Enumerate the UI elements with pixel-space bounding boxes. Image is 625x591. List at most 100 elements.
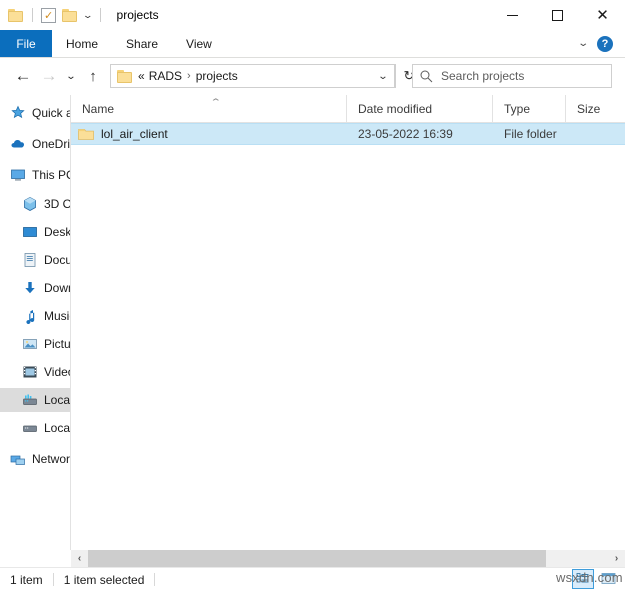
sidebar-item-label: This PC xyxy=(32,168,71,182)
help-icon[interactable]: ? xyxy=(597,35,613,52)
sidebar-item-desktop[interactable]: Desktop xyxy=(0,220,70,244)
column-header-size[interactable]: Size xyxy=(566,95,625,122)
videos-icon xyxy=(22,364,38,380)
status-bar: 1 item 1 item selected xyxy=(0,567,625,591)
window-title: projects xyxy=(116,8,159,22)
file-name-label: lol_air_client xyxy=(101,127,168,141)
documents-icon xyxy=(22,252,38,268)
sidebar-item-local-disk-c[interactable]: Local Disk (C:) xyxy=(0,388,70,412)
system-drive-icon xyxy=(22,392,38,408)
sidebar-item-label: Pictures xyxy=(44,337,71,351)
address-dropdown-chevron-down-icon[interactable]: ⌄ xyxy=(369,71,398,82)
sidebar-item-local-disk-d[interactable]: Local Disk (D:) xyxy=(0,416,70,440)
cube-icon xyxy=(22,196,38,212)
sidebar-item-label: OneDrive xyxy=(32,137,71,151)
breadcrumb-bar[interactable]: « RADS › projects ⌄ xyxy=(110,64,395,88)
up-button[interactable]: ↑ xyxy=(80,63,106,89)
properties-check-glyph: ✓ xyxy=(44,9,54,22)
sidebar-item-videos[interactable]: Videos xyxy=(0,360,70,384)
qat-divider-2 xyxy=(99,8,101,22)
sidebar-item-label: Videos xyxy=(44,365,70,379)
sidebar-item-music[interactable]: Music xyxy=(0,304,70,328)
column-header-date-modified[interactable]: Date modified xyxy=(347,95,493,122)
maximize-button[interactable] xyxy=(535,0,580,30)
scroll-left-arrow-icon[interactable]: ‹ xyxy=(71,550,88,567)
search-box[interactable] xyxy=(412,64,612,88)
tab-home[interactable]: Home xyxy=(52,30,112,57)
item-count-label: 1 item xyxy=(10,572,43,587)
breadcrumb-folder-icon xyxy=(117,69,133,83)
quick-access-toolbar: ✓ ⌄ projects xyxy=(0,7,159,23)
sidebar-item-label: Local Disk (D:) xyxy=(44,421,71,435)
file-name-cell: lol_air_client xyxy=(71,127,347,141)
maximize-icon xyxy=(552,9,563,21)
close-icon: ✕ xyxy=(596,6,609,24)
file-list-pane: Name Date modified Type Size ⌃ lol_air_c… xyxy=(71,95,625,550)
folder-icon[interactable] xyxy=(8,8,24,22)
sidebar-item-label: Downloads xyxy=(44,281,70,295)
navigation-pane[interactable]: Quick access OneDrive This PC 3D Objects… xyxy=(0,95,71,550)
minimize-icon xyxy=(507,14,518,16)
monitor-icon xyxy=(10,167,26,183)
scrollbar-track[interactable] xyxy=(88,550,608,567)
network-icon xyxy=(10,451,26,467)
downloads-icon xyxy=(22,280,38,296)
watermark-label: wsxdn.com xyxy=(556,570,623,585)
file-type-cell: File folder xyxy=(504,127,557,141)
folder-icon xyxy=(78,128,94,141)
drive-icon xyxy=(22,420,38,436)
breadcrumb: « RADS › projects xyxy=(111,69,372,83)
sidebar-item-quick-access[interactable]: Quick access xyxy=(0,101,70,125)
search-input[interactable] xyxy=(439,68,603,84)
properties-icon[interactable]: ✓ xyxy=(41,7,56,23)
desktop-icon xyxy=(22,224,38,240)
close-button[interactable]: ✕ xyxy=(580,0,625,30)
customize-qat-caret-icon[interactable]: ⌄ xyxy=(82,10,93,20)
new-folder-icon[interactable] xyxy=(62,8,78,22)
star-icon xyxy=(10,105,26,121)
scrollbar-thumb[interactable] xyxy=(88,550,546,567)
qat-divider-1 xyxy=(32,8,33,22)
tab-view[interactable]: View xyxy=(172,30,226,57)
sort-ascending-icon: ⌃ xyxy=(209,97,222,107)
back-button[interactable]: ← xyxy=(10,63,36,89)
sidebar-item-network[interactable]: Network xyxy=(0,447,70,471)
search-icon xyxy=(413,70,439,83)
sidebar-item-label: Music xyxy=(44,309,70,323)
forward-button: → xyxy=(40,66,58,85)
music-icon xyxy=(22,308,38,325)
sidebar-item-label: Quick access xyxy=(32,106,70,120)
breadcrumb-overflow-icon[interactable]: « xyxy=(138,69,145,83)
selection-count-label: 1 item selected xyxy=(63,572,145,587)
column-header-type[interactable]: Type xyxy=(493,95,566,122)
sidebar-item-label: Documents xyxy=(44,253,71,267)
sidebar-item-downloads[interactable]: Downloads xyxy=(0,276,70,300)
sidebar-item-documents[interactable]: Documents xyxy=(0,248,70,272)
table-row[interactable]: lol_air_client 23-05-2022 16:39 File fol… xyxy=(71,123,625,145)
sidebar-item-pictures[interactable]: Pictures xyxy=(0,332,70,356)
minimize-button[interactable] xyxy=(490,0,535,30)
recent-locations-chevron-down-icon[interactable]: ⌄ xyxy=(59,63,82,89)
chevron-down-icon[interactable]: ⌄ xyxy=(577,38,589,49)
horizontal-scrollbar[interactable]: ‹ › xyxy=(71,550,625,567)
tab-share[interactable]: Share xyxy=(112,30,172,57)
sidebar-item-label: Network xyxy=(32,452,71,466)
ribbon-right-controls: ⌄ ? xyxy=(577,30,621,57)
file-date-cell: 23-05-2022 16:39 xyxy=(358,127,453,141)
ribbon-tab-bar: File Home Share View xyxy=(0,30,625,58)
sidebar-item-3d-objects[interactable]: 3D Objects xyxy=(0,192,70,216)
sidebar-item-onedrive[interactable]: OneDrive xyxy=(0,132,70,156)
pictures-icon xyxy=(22,336,38,352)
status-divider-2 xyxy=(154,573,156,586)
sidebar-item-label: Desktop xyxy=(44,225,71,239)
title-bar: ✓ ⌄ projects ✕ xyxy=(0,0,625,30)
breadcrumb-separator-icon[interactable]: › xyxy=(187,70,191,82)
cloud-icon xyxy=(10,136,26,152)
tab-file[interactable]: File xyxy=(0,30,52,57)
breadcrumb-item-projects[interactable]: projects xyxy=(196,69,238,83)
scroll-right-arrow-icon[interactable]: › xyxy=(608,550,625,567)
window-controls: ✕ xyxy=(490,0,625,30)
sidebar-item-label: 3D Objects xyxy=(44,197,70,211)
sidebar-item-this-pc[interactable]: This PC xyxy=(0,163,70,187)
breadcrumb-item-rads[interactable]: RADS xyxy=(149,69,182,83)
